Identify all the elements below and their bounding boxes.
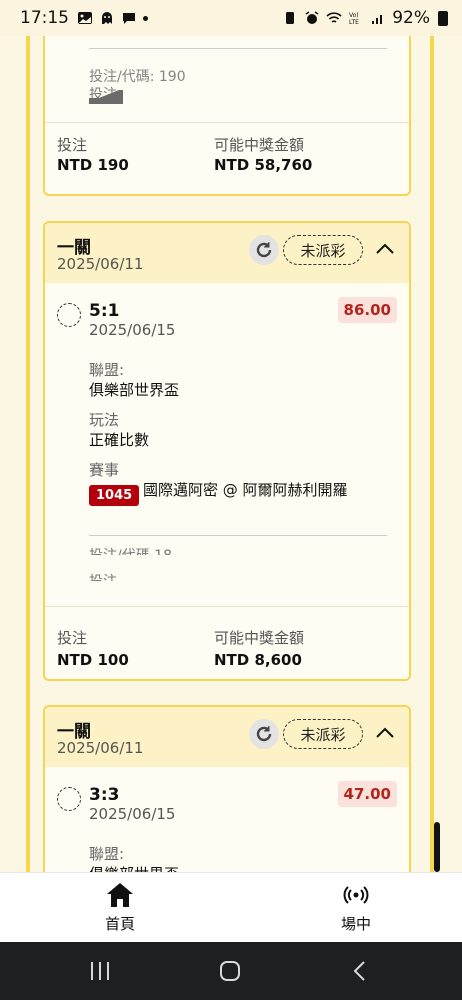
settlement-status-badge: 未派彩: [283, 719, 363, 749]
selection-score: 3:3: [89, 785, 120, 805]
selection-row: 5:1 2025/06/15 86.00: [45, 283, 409, 351]
nav-home-label: 首頁: [104, 915, 135, 933]
selection-radio[interactable]: [57, 787, 81, 811]
battery-percent: 92%: [392, 8, 430, 28]
nav-live[interactable]: 場中: [316, 881, 396, 934]
card-header[interactable]: 一關 2025/06/11 未派彩: [45, 223, 409, 283]
bet-card: 一關 2025/06/11 未派彩 5:1 2025/06/15 86.00 聯…: [43, 221, 411, 681]
payout-value: NTD 8,600: [214, 651, 302, 669]
redacted-overlay: [89, 86, 199, 112]
nav-home[interactable]: 首頁: [80, 881, 160, 934]
payout-label: 可能中獎金額: [214, 136, 305, 154]
stake-value: NTD 100: [57, 651, 129, 669]
system-icons: Vo) LTE 92%: [282, 8, 448, 28]
home-icon: [107, 883, 133, 907]
bet-card: 一關 2025/06/11 未派彩 3:3 2025/06/15 47.00 聯…: [43, 705, 411, 872]
odds-badge: 86.00: [337, 297, 397, 323]
back-icon[interactable]: [348, 960, 372, 982]
match-teams: 國際邁阿密 @ 阿爾阿赫利開羅: [143, 481, 348, 499]
alarm-icon: [305, 11, 319, 24]
status-bar: 17:15 Vo) LTE 92%: [0, 0, 462, 36]
selection-radio[interactable]: [57, 303, 81, 327]
match-code-badge: 1045: [89, 485, 140, 506]
scrollbar-thumb[interactable]: [434, 822, 440, 872]
refresh-icon: [256, 726, 272, 742]
faded-detail-line: 投注: [89, 571, 119, 581]
wifi-icon: [326, 12, 342, 23]
settlement-status-badge: 未派彩: [283, 235, 363, 265]
payout-value: NTD 58,760: [214, 156, 313, 174]
dot-icon: [143, 15, 148, 21]
selection-date: 2025/06/15: [89, 805, 176, 823]
league-label: 聯盟:: [89, 361, 125, 379]
right-accent-bar: [430, 36, 434, 872]
system-nav-bar: [0, 942, 462, 1000]
bet-list[interactable]: 投注/代碼: 190 投注 投注 NTD 190 可能中獎金額 NTD 58,7…: [0, 36, 462, 872]
volte-icon: Vo)LTE: [349, 12, 359, 25]
stake-value: NTD 190: [57, 156, 129, 174]
left-accent-bar: [26, 36, 30, 872]
bet-date: 2025/06/11: [57, 255, 144, 273]
bottom-nav: 首頁 場中: [0, 872, 462, 942]
league-label: 聯盟:: [89, 845, 125, 863]
home-button-icon[interactable]: [218, 960, 242, 982]
event-label: 賽事: [89, 461, 120, 479]
svg-text:Vo): Vo): [349, 12, 359, 19]
notification-icons: [77, 11, 148, 25]
league-value: 俱樂部世界盃: [89, 863, 179, 872]
faded-detail-line: 投注/代碼 18: [89, 545, 269, 555]
chat-icon: [123, 13, 135, 24]
battery-icon: [438, 10, 448, 26]
card-divider: [45, 606, 409, 607]
stake-label: 投注: [57, 136, 88, 154]
chevron-up-icon[interactable]: [373, 721, 397, 745]
card-divider: [45, 122, 409, 123]
selection-divider: [89, 535, 387, 536]
bet-date: 2025/06/11: [57, 739, 144, 757]
recents-icon[interactable]: [88, 960, 112, 982]
broadcast-icon: [343, 886, 369, 904]
league-value: 俱樂部世界盃: [89, 381, 180, 399]
bet-card-partial: 投注/代碼: 190 投注 投注 NTD 190 可能中獎金額 NTD 58,7…: [43, 36, 411, 196]
battery-saver-icon: [286, 12, 295, 24]
odds-badge: 47.00: [337, 781, 397, 807]
selection-row: 3:3 2025/06/15 47.00: [45, 767, 409, 835]
selection-score: 5:1: [89, 301, 120, 321]
stake-label: 投注: [57, 629, 88, 647]
market-value: 正確比數: [89, 431, 150, 449]
market-label: 玩法: [89, 411, 120, 429]
svg-text:LTE: LTE: [349, 19, 359, 25]
gallery-icon: [78, 12, 92, 24]
refresh-icon: [256, 242, 272, 258]
signal-icon: [372, 15, 383, 24]
card-header[interactable]: 一關 2025/06/11 未派彩: [45, 707, 409, 767]
ghost-icon: [102, 12, 112, 24]
selection-date: 2025/06/15: [89, 321, 176, 339]
payout-label: 可能中獎金額: [214, 629, 305, 647]
refresh-button[interactable]: [249, 719, 279, 749]
clock: 17:15: [20, 8, 69, 28]
refresh-button[interactable]: [249, 235, 279, 265]
nav-live-label: 場中: [340, 915, 371, 933]
chevron-up-icon[interactable]: [373, 237, 397, 261]
selection-divider: [89, 48, 387, 49]
